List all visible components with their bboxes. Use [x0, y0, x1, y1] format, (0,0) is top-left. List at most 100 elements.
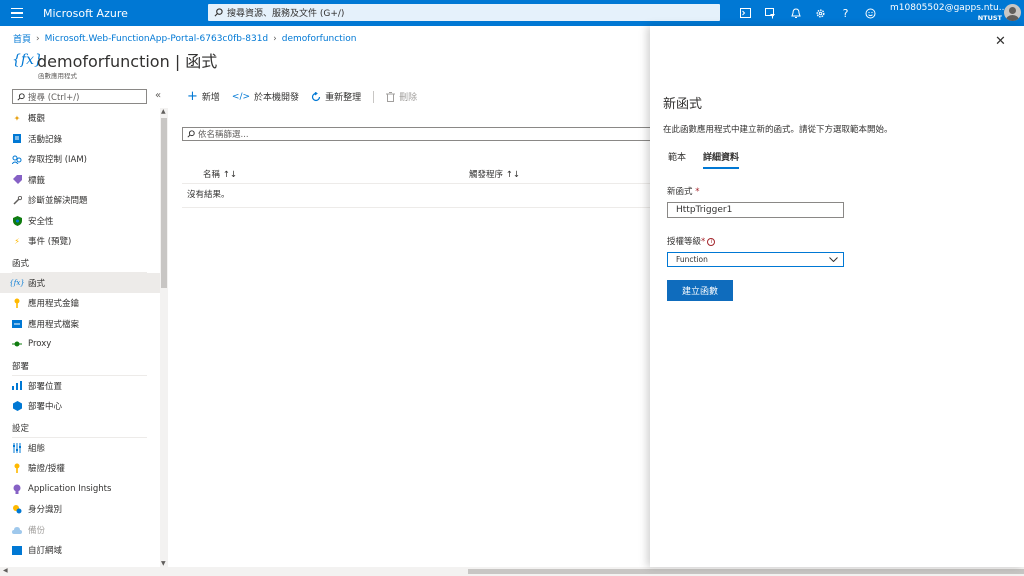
sidebar-item-identity[interactable]: 身分識別	[0, 499, 160, 520]
proxy-icon	[12, 339, 22, 349]
bell-icon[interactable]	[783, 4, 808, 22]
sidebar-item-configuration[interactable]: 組態	[0, 438, 160, 459]
help-icon[interactable]: ?	[833, 4, 858, 22]
cloud-shell-icon[interactable]	[733, 4, 758, 22]
scroll-up-icon[interactable]: ▲	[161, 108, 166, 115]
breadcrumb-resource-group[interactable]: Microsoft.Web-FunctionApp-Portal-6763c0f…	[45, 34, 269, 44]
sidebar-item-label: 標籤	[28, 175, 46, 186]
plus-icon: +	[187, 89, 198, 104]
deployment-center-icon	[12, 401, 22, 412]
new-function-name-input[interactable]: HttpTrigger1	[667, 202, 844, 218]
panel-tabs: 範本 詳細資料	[668, 150, 740, 169]
auth-level-dropdown[interactable]: Function	[667, 252, 844, 267]
develop-locally-label: 於本機開發	[254, 93, 300, 103]
sidebar-item-iam[interactable]: 存取控制 (IAM)	[0, 149, 160, 170]
new-function-panel: ✕ 新函式 在此函數應用程式中建立新的函式。請從下方選取範本開始。 範本 詳細資…	[650, 26, 1024, 567]
command-bar: + 新增 </> 於本機開發 重新整理 刪除	[187, 90, 429, 103]
feedback-icon[interactable]	[858, 4, 883, 22]
brand-name[interactable]: Microsoft Azure	[43, 7, 207, 20]
add-button[interactable]: + 新增	[187, 90, 220, 103]
backup-icon	[12, 525, 22, 535]
sidebar-item-app-keys[interactable]: 應用程式金鑰	[0, 293, 160, 314]
sidebar-item-label: 身分識別	[28, 505, 63, 516]
sidebar-item-app-files[interactable]: 應用程式檔案	[0, 314, 160, 335]
breadcrumb-home[interactable]: 首頁	[13, 32, 31, 45]
sidebar-item-diagnose[interactable]: 診斷並解決問題	[0, 190, 160, 211]
collapse-sidebar-icon[interactable]: «	[155, 90, 161, 101]
function-icon: {fx}	[9, 278, 25, 287]
empty-message: 沒有結果。	[187, 190, 230, 200]
sidebar-search-input[interactable]: 搜尋 (Ctrl+/)	[12, 89, 147, 104]
sidebar-item-auth[interactable]: 驗證/授權	[0, 458, 160, 479]
create-function-button[interactable]: 建立函數	[667, 280, 733, 301]
sidebar-item-label: 部署位置	[28, 381, 63, 392]
horizontal-scrollbar[interactable]: ◀	[0, 567, 1024, 576]
sidebar-item-deployment-center[interactable]: 部署中心	[0, 396, 160, 417]
sidebar-item-label: 事件 (預覽)	[28, 237, 72, 248]
info-icon[interactable]: i	[707, 238, 716, 246]
sidebar-item-label: 驗證/授權	[28, 464, 65, 475]
sidebar-item-label: Application Insights	[28, 483, 112, 494]
develop-locally-button[interactable]: </> 於本機開發	[231, 90, 300, 104]
table-header: 名稱 ↑↓ 觸發程序 ↑↓	[182, 163, 650, 184]
breadcrumb-app[interactable]: demoforfunction	[282, 34, 357, 44]
code-icon: </>	[231, 91, 251, 102]
avatar[interactable]	[1004, 4, 1021, 21]
divider	[182, 207, 650, 208]
deployment-slots-icon	[12, 381, 22, 391]
sidebar-item-deployment-slots[interactable]: 部署位置	[0, 376, 160, 397]
sidebar-item-app-insights[interactable]: Application Insights	[0, 479, 160, 500]
column-trigger[interactable]: 觸發程序 ↑↓	[469, 168, 520, 180]
tag-icon	[12, 175, 22, 185]
refresh-button[interactable]: 重新整理	[311, 90, 361, 103]
account-email: m10805502@gapps.ntu...	[890, 3, 1008, 13]
scroll-left-icon[interactable]: ◀	[3, 567, 8, 574]
section-deployment: 部署	[12, 361, 30, 372]
delete-button[interactable]: 刪除	[386, 90, 417, 103]
global-search-input[interactable]: 搜尋資源、服務及文件 (G+/)	[208, 4, 720, 21]
sidebar-item-activity-log[interactable]: 活動記錄	[0, 129, 160, 150]
column-name[interactable]: 名稱 ↑↓	[203, 168, 237, 180]
account-menu[interactable]: m10805502@gapps.ntu... NTUST	[890, 3, 1008, 23]
sidebar-item-functions[interactable]: {fx} 函式	[0, 272, 160, 293]
scrollbar-thumb[interactable]	[161, 118, 167, 288]
sidebar-item-security[interactable]: 安全性	[0, 211, 160, 232]
sidebar-item-label: 應用程式檔案	[28, 319, 80, 330]
sidebar-scrollbar[interactable]: ▲ ▼	[160, 108, 168, 567]
directory-filter-icon[interactable]	[758, 4, 783, 22]
search-icon	[187, 130, 195, 138]
sidebar-item-overview[interactable]: ✦ 概觀	[0, 108, 160, 129]
section-functions: 函式	[12, 258, 30, 269]
account-org: NTUST	[977, 14, 1002, 22]
tab-template[interactable]: 範本	[668, 150, 686, 169]
scroll-down-icon[interactable]: ▼	[161, 560, 166, 567]
sidebar-item-label: 診斷並解決問題	[28, 196, 88, 207]
panel-title: 新函式	[663, 97, 703, 112]
close-icon[interactable]: ✕	[995, 34, 1006, 49]
gear-icon[interactable]	[808, 4, 833, 22]
chevron-right-icon: ›	[273, 33, 277, 44]
tab-details[interactable]: 詳細資料	[703, 150, 740, 169]
chevron-down-icon	[829, 257, 838, 262]
custom-domain-icon	[12, 545, 22, 555]
menu-icon[interactable]	[0, 0, 34, 26]
sidebar-item-label: 活動記錄	[28, 134, 63, 145]
sidebar-item-label: 備份	[28, 525, 46, 536]
filter-by-name-input[interactable]: 依名稱篩選...	[182, 127, 652, 141]
overview-icon: ✦	[13, 113, 21, 123]
sidebar-item-tags[interactable]: 標籤	[0, 170, 160, 191]
auth-level-label-text: 授權等級	[667, 237, 702, 247]
sidebar: ✦ 概觀 活動記錄 存取控制 (IAM) 標籤 診斷並解決問題 安全性 ⚡ 事件 (…	[0, 108, 160, 561]
auth-level-value: Function	[676, 255, 708, 264]
app-files-icon	[12, 319, 22, 329]
sidebar-item-custom-domain[interactable]: 自訂網域	[0, 540, 160, 561]
sidebar-item-events[interactable]: ⚡ 事件 (預覽)	[0, 231, 160, 252]
sidebar-item-proxy[interactable]: Proxy	[0, 334, 160, 355]
search-icon	[17, 92, 25, 101]
required-marker: *	[695, 187, 700, 197]
auth-level-label: 授權等級* i	[667, 235, 716, 247]
sidebar-item-label: 函式	[28, 278, 46, 289]
app-insights-icon	[12, 484, 22, 494]
sidebar-item-backup[interactable]: 備份	[0, 520, 160, 541]
scrollbar-thumb[interactable]	[468, 569, 1024, 574]
